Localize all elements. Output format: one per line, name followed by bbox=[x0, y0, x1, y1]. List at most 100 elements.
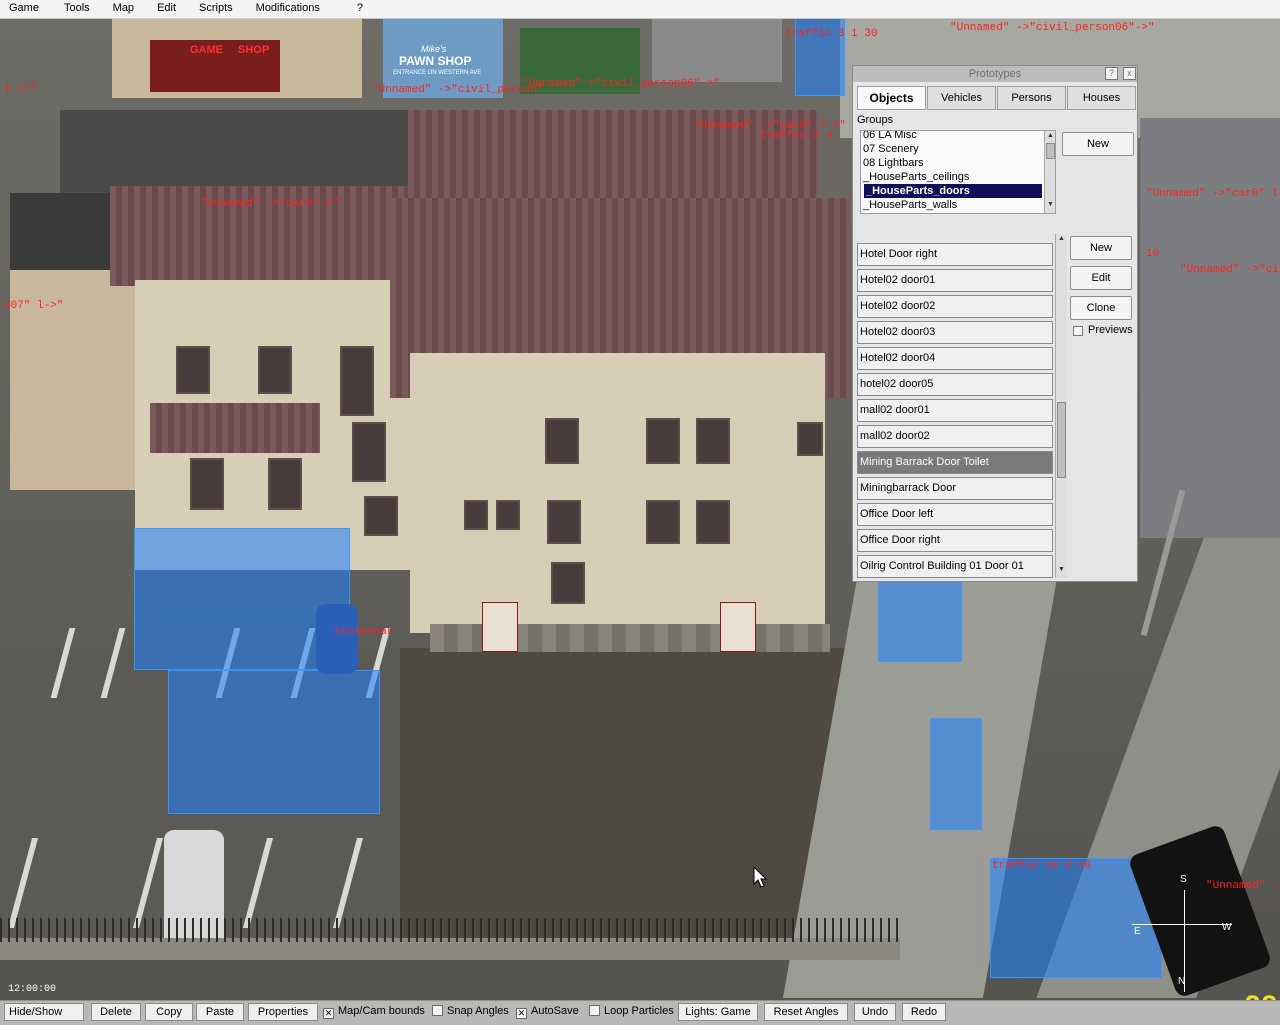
window bbox=[340, 346, 374, 416]
scroll-thumb[interactable] bbox=[1057, 402, 1066, 478]
edit-button[interactable]: Edit bbox=[1070, 266, 1132, 290]
lights-button[interactable]: Lights: Game bbox=[678, 1003, 758, 1021]
menu-tools[interactable]: Tools bbox=[48, 0, 99, 18]
stolen-car[interactable] bbox=[316, 604, 358, 674]
prototype-item[interactable]: mall02 door02 bbox=[857, 425, 1053, 448]
window bbox=[464, 500, 488, 530]
mouse-cursor-icon bbox=[753, 866, 767, 888]
background-building bbox=[652, 18, 782, 82]
prototype-list[interactable]: Hotel Door right Hotel02 door01 Hotel02 … bbox=[857, 234, 1055, 578]
prototype-item[interactable]: Hotel02 door01 bbox=[857, 269, 1053, 292]
groups-scrollbar[interactable]: ▲ ▼ bbox=[1044, 131, 1055, 213]
map-cam-bounds-checkbox[interactable]: ✕ bbox=[323, 1008, 334, 1019]
window bbox=[545, 418, 579, 464]
paste-button[interactable]: Paste bbox=[196, 1003, 244, 1021]
previews-checkbox[interactable] bbox=[1073, 326, 1083, 336]
undo-button[interactable]: Undo bbox=[854, 1003, 896, 1021]
menu-bar: Game Tools Map Edit Scripts Modification… bbox=[0, 0, 1280, 19]
compass-e-label: E bbox=[1134, 926, 1141, 937]
scroll-up-icon[interactable]: ▲ bbox=[1047, 132, 1054, 139]
prototype-item[interactable]: mall02 door01 bbox=[857, 399, 1053, 422]
map-cam-bounds-toggle[interactable]: ✕ Map/Cam bounds bbox=[323, 1004, 425, 1019]
prototype-item[interactable]: Office Door right bbox=[857, 529, 1053, 552]
window bbox=[364, 496, 398, 536]
new-button[interactable]: New bbox=[1070, 236, 1132, 260]
tab-persons[interactable]: Persons bbox=[997, 86, 1066, 110]
scroll-down-icon[interactable]: ▼ bbox=[1047, 201, 1054, 208]
pawn-shop-sign-owner: Mike's bbox=[421, 44, 447, 54]
redo-button[interactable]: Redo bbox=[902, 1003, 946, 1021]
compass-gizmo[interactable]: S E W N bbox=[1132, 874, 1242, 1000]
scroll-up-icon[interactable]: ▲ bbox=[1058, 235, 1065, 242]
tab-objects[interactable]: Objects bbox=[857, 86, 926, 110]
prototype-item[interactable]: Oilrig Control Building 01 Door 01 bbox=[857, 555, 1053, 578]
prototype-scrollbar[interactable]: ▲ ▼ bbox=[1055, 234, 1067, 578]
scroll-down-icon[interactable]: ▼ bbox=[1058, 566, 1065, 573]
copy-button[interactable]: Copy bbox=[145, 1003, 193, 1021]
prototype-item-selected[interactable]: Mining Barrack Door Toilet bbox=[857, 451, 1053, 474]
trigger-zone[interactable] bbox=[878, 578, 962, 662]
prototype-item[interactable]: Hotel Door right bbox=[857, 243, 1053, 266]
scene-label: l->"" bbox=[4, 84, 38, 96]
group-item[interactable]: 06 LA Misc bbox=[861, 131, 1055, 142]
menu-game[interactable]: Game bbox=[0, 0, 48, 18]
menu-edit[interactable]: Edit bbox=[143, 0, 185, 18]
window bbox=[551, 562, 585, 604]
groups-list[interactable]: 06 LA Misc 07 Scenery 08 Lightbars _Hous… bbox=[860, 130, 1056, 214]
prototype-item[interactable]: Hotel02 door03 bbox=[857, 321, 1053, 344]
window bbox=[190, 458, 224, 510]
menu-map[interactable]: Map bbox=[99, 0, 143, 18]
window bbox=[797, 422, 823, 456]
group-item[interactable]: 08 Lightbars bbox=[861, 156, 1055, 170]
reset-angles-button[interactable]: Reset Angles bbox=[764, 1003, 848, 1021]
scene-label: traffic 3 4 bbox=[760, 130, 833, 142]
prototype-item[interactable]: Hotel02 door02 bbox=[857, 295, 1053, 318]
autosave-label: AutoSave bbox=[531, 1005, 579, 1017]
prototype-item[interactable]: hotel02 door05 bbox=[857, 373, 1053, 396]
trigger-zone[interactable] bbox=[930, 718, 982, 830]
group-new-button[interactable]: New bbox=[1062, 132, 1134, 156]
compass-w-label: W bbox=[1222, 922, 1232, 933]
prototype-tabs: Objects Vehicles Persons Houses bbox=[857, 86, 1137, 112]
menu-modifications[interactable]: Modifications bbox=[242, 0, 329, 18]
loop-particles-checkbox[interactable] bbox=[589, 1005, 600, 1016]
prototype-item[interactable]: Hotel02 door04 bbox=[857, 347, 1053, 370]
loop-particles-toggle[interactable]: Loop Particles bbox=[589, 1004, 674, 1018]
tab-vehicles[interactable]: Vehicles bbox=[927, 86, 996, 110]
group-item[interactable]: 07 Scenery bbox=[861, 142, 1055, 156]
scene-label: "Unnamed" ->"ci bbox=[1180, 264, 1280, 276]
scene-label: traffic 3 1 30 bbox=[785, 28, 878, 40]
scroll-thumb[interactable] bbox=[1046, 143, 1055, 159]
close-button[interactable]: x bbox=[1123, 67, 1136, 80]
panel-titlebar[interactable]: Prototypes ? x bbox=[853, 66, 1137, 82]
scene-label: "Unnamed"->"civil_person06"->" bbox=[522, 78, 721, 90]
snap-angles-toggle[interactable]: Snap Angles bbox=[432, 1004, 509, 1018]
menu-scripts[interactable]: Scripts bbox=[185, 0, 242, 18]
compass-n-label: N bbox=[1178, 976, 1186, 987]
group-item-selected[interactable]: _HouseParts_doors bbox=[864, 184, 1042, 198]
snap-angles-label: Snap Angles bbox=[447, 1005, 509, 1017]
help-button[interactable]: ? bbox=[1105, 67, 1118, 80]
trigger-zone[interactable] bbox=[168, 670, 380, 814]
delete-button[interactable]: Delete bbox=[91, 1003, 141, 1021]
game-clock: 12:00:00 bbox=[8, 984, 57, 995]
autosave-checkbox[interactable]: ✕ bbox=[516, 1008, 527, 1019]
snap-angles-checkbox[interactable] bbox=[432, 1005, 443, 1016]
clone-button[interactable]: Clone bbox=[1070, 296, 1132, 320]
window bbox=[696, 500, 730, 544]
hide-show-button[interactable]: Hide/Show bbox=[4, 1003, 84, 1021]
menu-help[interactable]: ? bbox=[329, 0, 372, 18]
office-building-right bbox=[1140, 118, 1280, 538]
window bbox=[352, 422, 386, 482]
autosave-toggle[interactable]: ✕ AutoSave bbox=[516, 1004, 579, 1019]
group-item[interactable]: _HouseParts_ceilings bbox=[861, 170, 1055, 184]
prototype-item[interactable]: Miningbarrack Door bbox=[857, 477, 1053, 500]
game-shop-front: GAME SHOP bbox=[150, 40, 280, 92]
pawn-shop-entrance-sign: ENTRANCE ON WESTERN AVE bbox=[393, 70, 482, 76]
tab-houses[interactable]: Houses bbox=[1067, 86, 1136, 110]
group-item[interactable]: _HouseParts_walls bbox=[861, 198, 1055, 212]
prototype-item[interactable]: Office Door left bbox=[857, 503, 1053, 526]
properties-button[interactable]: Properties bbox=[248, 1003, 318, 1021]
window bbox=[646, 500, 680, 544]
window bbox=[547, 500, 581, 544]
